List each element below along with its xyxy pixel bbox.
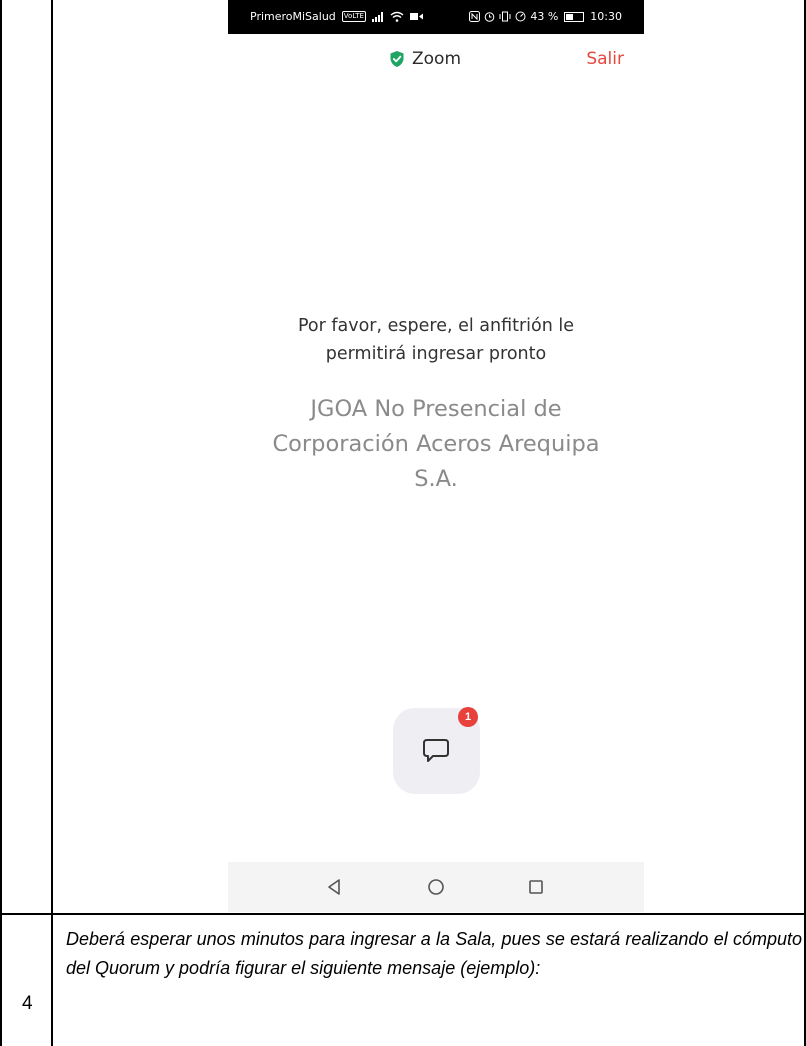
chat-bubble-icon (423, 739, 449, 762)
volte-badge: VoLTE (341, 11, 366, 22)
data-saver-icon (515, 11, 526, 22)
meeting-name-line: JGOA No Presencial de (310, 396, 562, 422)
shield-check-icon (390, 51, 404, 67)
waiting-message-line: Por favor, espere, el anfitrión le (297, 316, 575, 336)
android-nav-bar (228, 862, 644, 912)
video-call-icon (409, 13, 423, 20)
battery-percent: 43 % (530, 10, 559, 23)
meeting-name: JGOA No Presencial de Corporación Aceros… (228, 392, 644, 497)
home-icon[interactable] (424, 875, 448, 899)
wifi-icon (390, 11, 404, 22)
app-title-group: Zoom (390, 49, 461, 69)
recents-icon[interactable] (524, 875, 548, 899)
back-icon[interactable] (323, 875, 347, 899)
leave-button[interactable]: Salir (586, 49, 624, 69)
nfc-icon (469, 11, 481, 22)
meeting-header: Zoom Salir (228, 34, 644, 86)
waiting-message-line: permitirá ingresar pronto (325, 344, 547, 364)
clock: 10:30 (590, 10, 622, 23)
vibrate-icon (499, 11, 511, 22)
status-bar: PrimeroMiSalud VoLTE 43 % 10:30 (228, 0, 644, 34)
table-left-border (0, 0, 2, 1046)
step-description: Deberá esperar unos minutos para ingresa… (66, 929, 802, 978)
phone-screenshot: PrimeroMiSalud VoLTE 43 % 10:30 Zoom Sal… (228, 0, 644, 912)
alarm-icon (485, 12, 495, 22)
waiting-message: Por favor, espere, el anfitrión le permi… (228, 312, 644, 368)
table-column-divider (51, 0, 53, 1046)
step-number: 4 (22, 993, 33, 1014)
app-title: Zoom (412, 49, 462, 69)
battery-icon (564, 11, 585, 22)
meeting-name-line: Corporación Aceros Arequipa (272, 431, 600, 457)
chat-unread-badge: 1 (458, 707, 478, 727)
table-row-divider (0, 913, 806, 915)
signal-icon (371, 11, 383, 22)
meeting-name-line: S.A. (414, 466, 458, 492)
carrier-label: PrimeroMiSalud (250, 10, 336, 23)
